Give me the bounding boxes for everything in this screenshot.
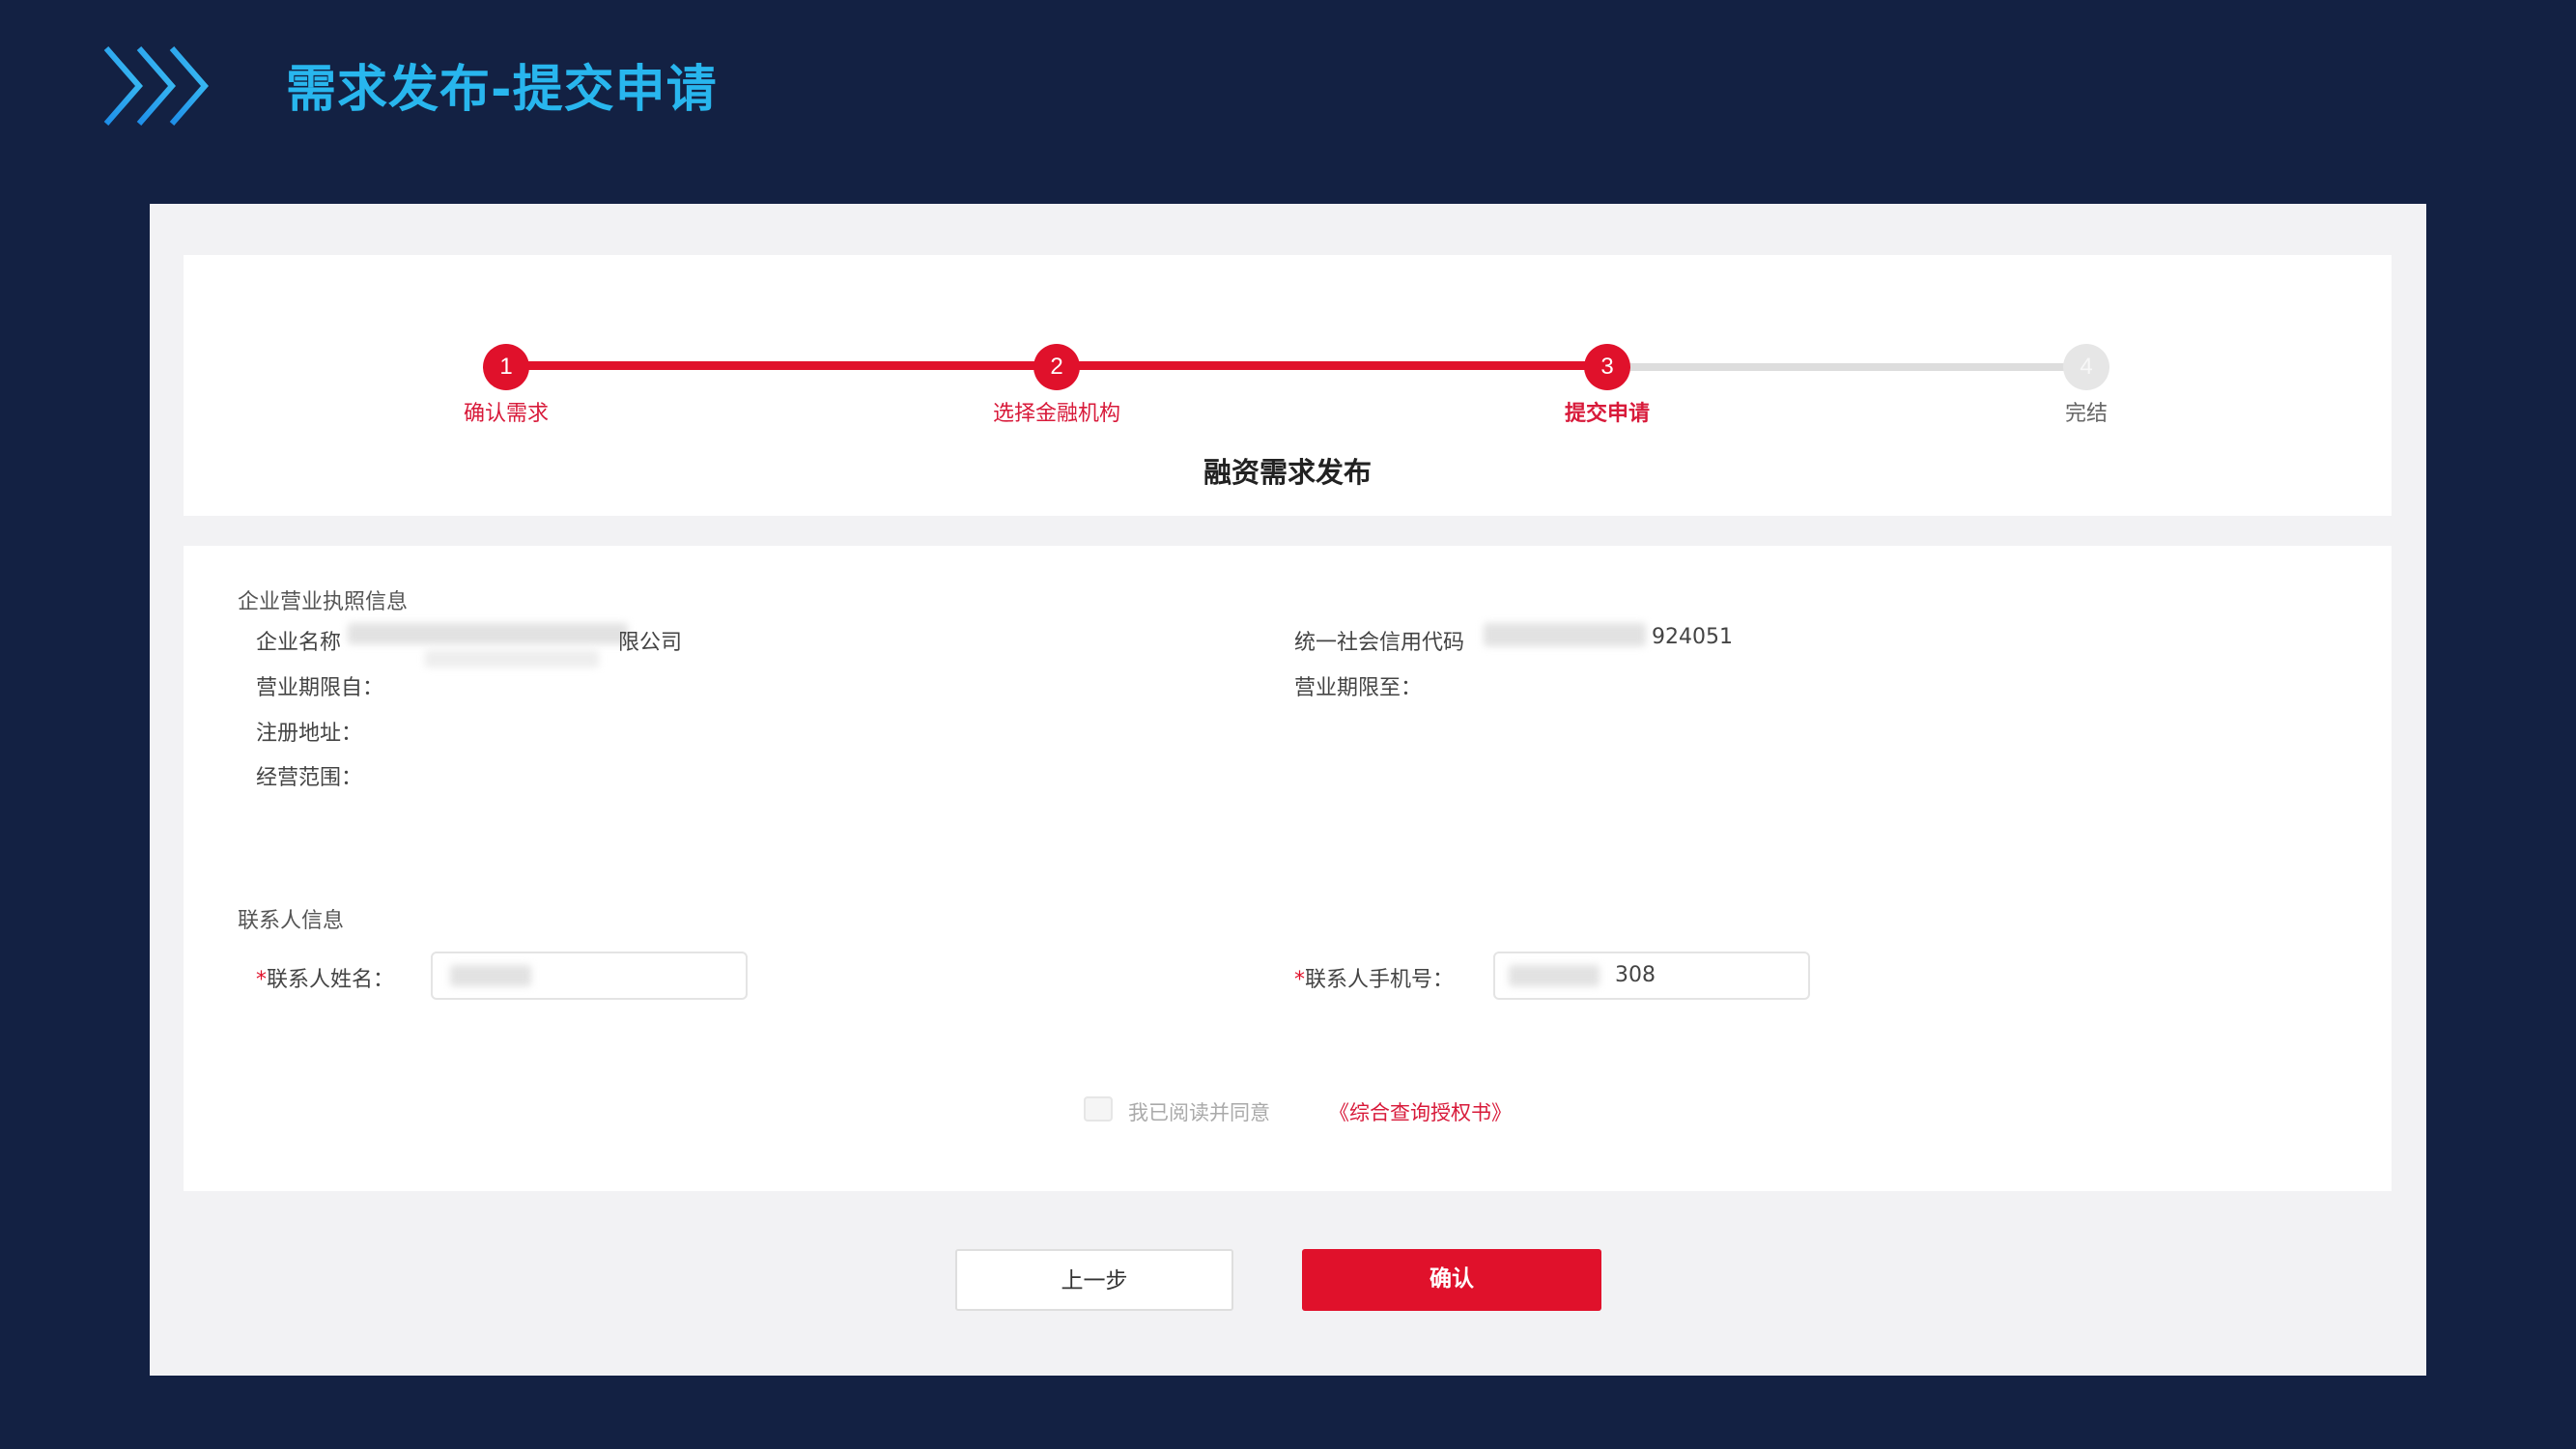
contact-name-label: *联系人姓名： bbox=[256, 962, 394, 993]
required-mark: * bbox=[256, 968, 267, 992]
agree-text: 我已阅读并同意 bbox=[1128, 1101, 1270, 1124]
company-name-value: 限公司 bbox=[618, 631, 683, 655]
step-1-label: 确认需求 bbox=[463, 402, 550, 426]
slide-header: 需求发布-提交申请 bbox=[0, 0, 2576, 174]
license-section-title: 企业营业执照信息 bbox=[238, 590, 409, 614]
step-3-label: 提交申请 bbox=[1564, 402, 1651, 426]
progress-track-remaining bbox=[1607, 363, 2086, 371]
period-start-label: 营业期限自： bbox=[256, 676, 384, 700]
required-mark: * bbox=[1294, 968, 1305, 992]
contact-section-title: 联系人信息 bbox=[238, 909, 345, 933]
confirm-button[interactable]: 确认 bbox=[1302, 1249, 1601, 1311]
info-card: 企业营业执照信息 企业名称 限公司 统一社会信用代码 924051 营业期限自：… bbox=[184, 546, 2392, 1191]
step-2-label: 选择金融机构 bbox=[992, 402, 1121, 426]
previous-step-button[interactable]: 上一步 bbox=[955, 1249, 1233, 1311]
step-3-dot: 3 bbox=[1584, 344, 1630, 390]
slide-title: 需求发布-提交申请 bbox=[286, 61, 718, 119]
credit-code-label: 统一社会信用代码 bbox=[1294, 631, 1465, 655]
credit-code-value: 924051 bbox=[1652, 625, 1733, 649]
triple-chevron-icon bbox=[103, 46, 209, 126]
step-2-dot: 2 bbox=[1033, 344, 1080, 390]
form-title: 融资需求发布 bbox=[1203, 456, 1372, 489]
company-name-label: 企业名称 bbox=[256, 631, 342, 655]
contact-name-label-text: 联系人姓名： bbox=[267, 968, 395, 992]
application-panel: 1 确认需求 2 选择金融机构 3 提交申请 4 完结 融资需求发布 企业营业执… bbox=[150, 204, 2426, 1376]
contact-phone-redacted bbox=[1509, 965, 1599, 986]
period-end-label: 营业期限至： bbox=[1294, 676, 1423, 700]
step-1-dot: 1 bbox=[483, 344, 529, 390]
address-label: 注册地址： bbox=[256, 722, 363, 746]
agree-checkbox[interactable] bbox=[1084, 1096, 1113, 1122]
steps-card: 1 确认需求 2 选择金融机构 3 提交申请 4 完结 融资需求发布 bbox=[184, 255, 2392, 516]
step-4-label: 完结 bbox=[2064, 402, 2109, 426]
contact-phone-label: *联系人手机号： bbox=[1294, 962, 1454, 993]
credit-code-redacted bbox=[1484, 623, 1646, 646]
contact-phone-label-text: 联系人手机号： bbox=[1305, 968, 1455, 992]
authorization-letter-link[interactable]: 《综合查询授权书》 bbox=[1329, 1097, 1512, 1126]
company-name-redacted bbox=[348, 623, 628, 644]
step-4-dot: 4 bbox=[2063, 344, 2109, 390]
scope-label: 经营范围： bbox=[256, 766, 363, 790]
contact-name-redacted bbox=[450, 965, 531, 986]
company-name-redacted-shadow bbox=[425, 650, 599, 668]
